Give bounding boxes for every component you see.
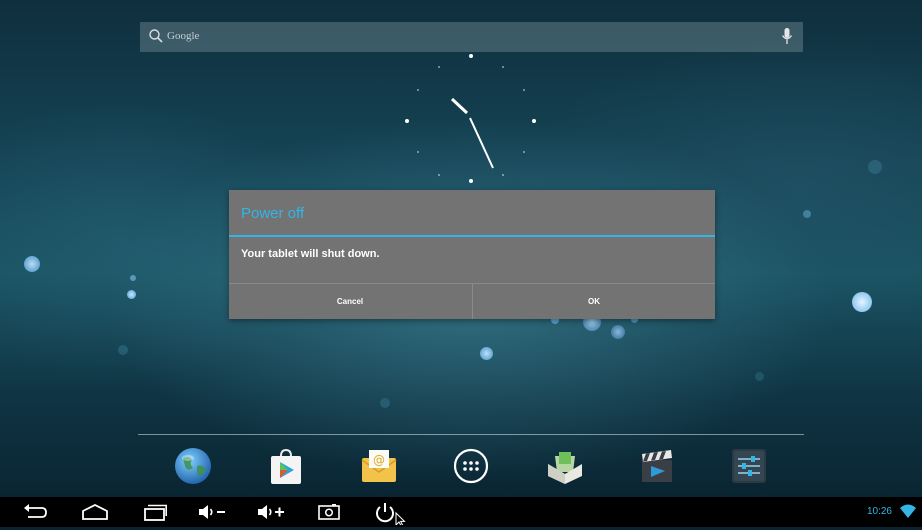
dialog-title: Power off [241, 205, 305, 222]
screenshot-icon[interactable] [317, 501, 343, 523]
clock-minute-hand [469, 117, 494, 169]
volume-down-icon[interactable] [197, 501, 229, 523]
home-icon[interactable] [80, 501, 110, 523]
volume-up-icon[interactable] [256, 501, 288, 523]
email-envelope-icon[interactable]: @ [359, 446, 399, 486]
dialog-title-divider [229, 235, 715, 237]
wallpaper-bubble [24, 256, 40, 272]
power-off-dialog: Power off Your tablet will shut down. Ca… [229, 190, 715, 319]
status-clock: 10:26 [866, 506, 892, 517]
system-navigation-bar: 10:26 [0, 497, 922, 528]
wallpaper-bubble [868, 160, 882, 174]
power-icon[interactable] [373, 501, 411, 528]
play-store-bag-icon[interactable] [266, 446, 306, 486]
wallpaper-bubble [611, 325, 625, 339]
clock-hour-hand [450, 97, 469, 115]
analog-clock-widget[interactable] [396, 46, 546, 196]
globe-icon[interactable] [173, 446, 213, 486]
settings-sliders-icon[interactable] [729, 446, 769, 486]
wallpaper-bubble [118, 345, 128, 355]
wallpaper-bubble [380, 398, 390, 408]
search-placeholder: Google [167, 30, 200, 42]
dock-divider [138, 434, 804, 435]
wallpaper-bubble [480, 347, 493, 360]
dialog-message: Your tablet will shut down. [241, 248, 380, 260]
wallpaper-bubble [755, 372, 764, 381]
cancel-button[interactable]: Cancel [229, 284, 471, 319]
search-icon [148, 28, 164, 49]
wallpaper-bubble [803, 210, 811, 218]
app-drawer-grid-icon[interactable] [451, 446, 491, 486]
wallpaper-bubble [852, 292, 872, 312]
microphone-icon[interactable] [781, 27, 793, 52]
wallpaper-bubble [127, 290, 136, 299]
recent-apps-icon[interactable] [142, 501, 168, 523]
svg-text:@: @ [373, 453, 385, 467]
clapperboard-icon[interactable] [637, 446, 677, 486]
ok-button[interactable]: OK [472, 284, 715, 319]
wifi-icon [899, 503, 917, 524]
box-of-files-icon[interactable] [545, 446, 585, 486]
back-icon[interactable] [22, 501, 48, 523]
wallpaper-bubble [130, 275, 136, 281]
